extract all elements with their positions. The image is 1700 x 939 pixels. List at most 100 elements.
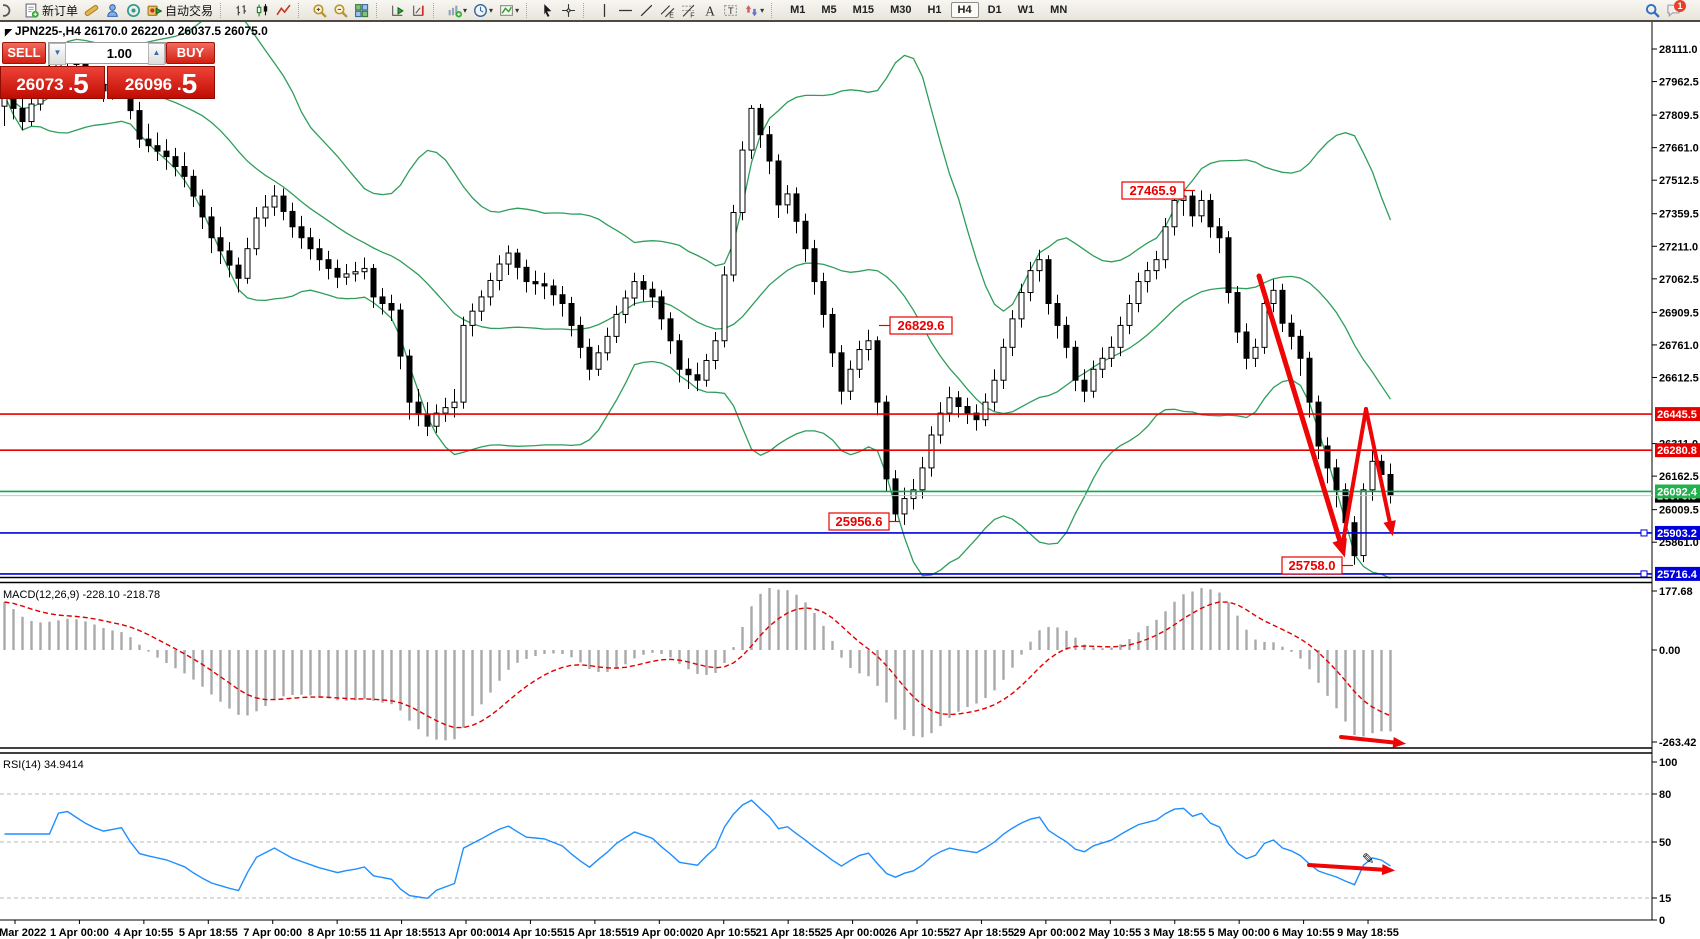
candle xyxy=(389,303,394,310)
toolbar-button-periods-menu[interactable]: ▾ xyxy=(470,1,496,19)
buy-price-display[interactable]: 26096 .5 xyxy=(107,66,215,99)
candle xyxy=(812,249,817,282)
toolbar-button-tile-windows[interactable] xyxy=(351,1,372,19)
candle xyxy=(533,282,538,284)
candle xyxy=(470,311,475,325)
candle xyxy=(1046,260,1051,304)
candle xyxy=(623,298,628,314)
timeframe-button-H4[interactable]: H4 xyxy=(951,2,979,18)
rsi-axis-label: 0 xyxy=(1659,915,1665,927)
toolbar-button-crosshair-tool[interactable] xyxy=(558,1,579,19)
toolbar-button-cursor-tool[interactable] xyxy=(537,1,558,19)
timeframe-button-M1[interactable]: M1 xyxy=(783,2,812,18)
time-tick-label: 11 Apr 18:55 xyxy=(369,927,433,939)
sell-price-display[interactable]: 26073 .5 xyxy=(0,66,105,99)
toolbar-button-community[interactable] xyxy=(102,1,123,19)
candle xyxy=(353,272,358,274)
volume-input[interactable] xyxy=(66,43,148,63)
candle xyxy=(416,402,421,414)
toolbar-button-trendline-tool[interactable] xyxy=(636,1,657,19)
time-tick-label: 21 Apr 18:55 xyxy=(756,927,821,939)
toolbar-button-new-chart[interactable]: ▾ xyxy=(444,1,470,19)
candle xyxy=(713,341,718,361)
toolbar-button-zoom-in[interactable] xyxy=(309,1,330,19)
candle xyxy=(605,336,610,352)
toolbar-button-line-chart-mode[interactable] xyxy=(273,1,294,19)
toolbar-button-candlestick-mode[interactable] xyxy=(252,1,273,19)
toolbar-button-auto-trading[interactable]: 自动交易 xyxy=(144,1,216,19)
candle xyxy=(29,104,34,122)
candle xyxy=(650,289,655,297)
toolbar-button-chart-shift[interactable] xyxy=(408,1,429,19)
volume-up-button[interactable]: ▲ xyxy=(148,43,165,65)
toolbar-button-equidistant-channel-tool[interactable]: E xyxy=(657,1,678,19)
candle xyxy=(704,360,709,380)
candle xyxy=(461,325,466,402)
toolbar-button-clipped-icon[interactable] xyxy=(0,1,21,19)
time-tick-label: 3 May 18:55 xyxy=(1144,927,1206,939)
candle xyxy=(1217,227,1222,238)
candle xyxy=(164,151,169,156)
rsi-line xyxy=(5,800,1391,898)
chart-plus-icon xyxy=(447,3,462,18)
candle xyxy=(830,314,835,352)
toolbar-button-indicators-menu[interactable]: ▾ xyxy=(496,1,522,19)
price-tick-label: 26761.0 xyxy=(1659,340,1699,352)
candle xyxy=(1235,293,1240,332)
toolbar-button-horizontal-line-tool[interactable] xyxy=(615,1,636,19)
timeframe-button-W1[interactable]: W1 xyxy=(1011,2,1042,18)
candle xyxy=(335,268,340,277)
svg-text:A: A xyxy=(705,3,715,18)
fibo-icon: F xyxy=(681,3,696,18)
candle xyxy=(1298,336,1303,358)
timeframe-button-M15[interactable]: M15 xyxy=(846,2,881,18)
candle xyxy=(326,260,331,269)
candle xyxy=(290,211,295,226)
timeframe-button-H1[interactable]: H1 xyxy=(920,2,948,18)
candle xyxy=(1118,325,1123,347)
candle xyxy=(137,111,142,139)
toolbar-button-vertical-line-tool[interactable] xyxy=(594,1,615,19)
toolbar-button-bar-chart-mode[interactable] xyxy=(231,1,252,19)
timeframe-button-D1[interactable]: D1 xyxy=(981,2,1009,18)
bollinger-lower xyxy=(5,95,1391,578)
timeframe-button-MN[interactable]: MN xyxy=(1043,2,1074,18)
toolbar-button-notifications[interactable]: 1 xyxy=(1663,1,1696,19)
toolbar-button-fibonacci-tool[interactable]: F xyxy=(678,1,699,19)
buy-button[interactable]: BUY xyxy=(166,42,215,64)
hline-icon xyxy=(618,3,633,18)
macd-pane: MACD(12,26,9) -228.10 -218.78177.680.00-… xyxy=(3,586,1696,749)
candle xyxy=(380,297,385,304)
time-tick-label: 20 Apr 10:55 xyxy=(691,927,756,939)
candle xyxy=(614,314,619,336)
person-icon xyxy=(105,3,120,18)
callout-label: 25956.6 xyxy=(836,514,883,529)
callout-label: 27465.9 xyxy=(1130,183,1177,198)
toolbar-button-auto-scroll[interactable] xyxy=(387,1,408,19)
toolbar-button-text-tool[interactable]: A xyxy=(699,1,720,19)
toolbar-button-text-label-tool[interactable]: T xyxy=(720,1,741,19)
annotation-arrow-head xyxy=(1382,864,1395,875)
svg-text:E: E xyxy=(669,12,674,18)
candle xyxy=(596,353,601,369)
price-tick-label: 27359.5 xyxy=(1659,209,1699,221)
candle xyxy=(776,161,781,205)
toolbar-button-zoom-out[interactable] xyxy=(330,1,351,19)
price-tick-label: 27512.5 xyxy=(1659,175,1699,187)
timeframe-button-M5[interactable]: M5 xyxy=(814,2,843,18)
toolbar-button-signals[interactable] xyxy=(123,1,144,19)
chart-canvas[interactable]: 28111.027962.527809.527661.027512.527359… xyxy=(0,20,1700,939)
timeframe-button-M30[interactable]: M30 xyxy=(883,2,918,18)
toolbar-button-arrows-tool[interactable]: ▾ xyxy=(741,1,767,19)
toolbar-button-crayon-tool[interactable] xyxy=(81,1,102,19)
toolbar-button-new-order[interactable]: 新订单 xyxy=(21,1,81,19)
candle xyxy=(542,284,547,286)
candle xyxy=(803,221,808,248)
sell-button[interactable]: SELL xyxy=(2,42,46,64)
toolbar-button-search[interactable] xyxy=(1642,1,1663,19)
candle xyxy=(731,213,736,275)
volume-down-button[interactable]: ▼ xyxy=(49,43,66,65)
candle xyxy=(1289,323,1294,336)
candle xyxy=(965,407,970,414)
candle xyxy=(200,196,205,217)
